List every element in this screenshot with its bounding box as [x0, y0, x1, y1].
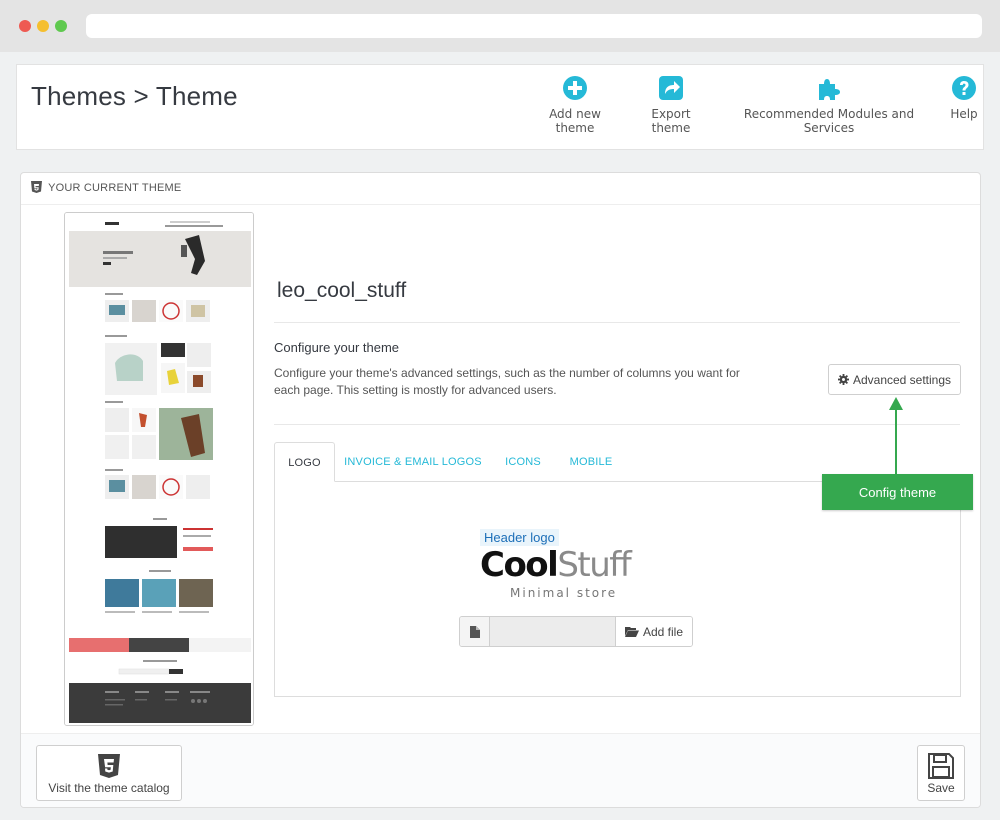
- puzzle-icon: [819, 79, 840, 100]
- logo-brand-light: Stuff: [557, 545, 631, 585]
- theme-screenshot-graphic: [65, 213, 253, 725]
- recommended-modules-label: Recommended Modules and Services: [743, 107, 915, 135]
- divider: [274, 424, 960, 425]
- theme-preview-image: [64, 212, 254, 726]
- add-file-label: Add file: [642, 624, 684, 639]
- plus-circle-icon: [563, 76, 587, 100]
- divider: [274, 322, 960, 323]
- logo-tagline: Minimal store: [510, 586, 618, 600]
- browser-chrome: [0, 0, 1000, 52]
- config-theme-callout: Config theme: [822, 474, 973, 510]
- close-window-dot[interactable]: [19, 20, 31, 32]
- add-file-button[interactable]: Add file: [616, 617, 692, 646]
- save-label: Save: [927, 781, 955, 795]
- theme-name: leo_cool_stuff: [277, 279, 407, 302]
- address-bar[interactable]: [86, 14, 982, 38]
- file-name-input[interactable]: [490, 617, 616, 646]
- html5-icon: [98, 754, 120, 778]
- html5-icon: [31, 181, 42, 193]
- maximize-window-dot[interactable]: [55, 20, 67, 32]
- logo-tab-content: Header logo CoolStuff Minimal store Add …: [274, 481, 961, 697]
- visit-theme-catalog-label: Visit the theme catalog: [48, 781, 170, 795]
- help-button[interactable]: Help: [946, 75, 982, 121]
- help-icon: [952, 76, 976, 100]
- annotation-arrow-icon: [889, 397, 903, 474]
- share-icon: [659, 76, 683, 100]
- advanced-settings-button[interactable]: Advanced settings: [828, 364, 961, 395]
- header-logo-image: CoolStuff: [480, 545, 632, 585]
- panel-footer: Visit the theme catalog Save: [21, 733, 980, 807]
- header-logo-label: Header logo: [480, 529, 559, 546]
- file-upload-group: Add file: [459, 616, 693, 647]
- tab-invoice-email-logos[interactable]: INVOICE & EMAIL LOGOS: [344, 442, 482, 482]
- page-viewport: Themes > Theme Add new theme Export them…: [0, 52, 1000, 820]
- logo-brand-bold: Cool: [480, 545, 559, 585]
- add-new-theme-button[interactable]: Add new theme: [529, 75, 621, 135]
- floppy-disk-icon: [928, 753, 954, 779]
- export-theme-button[interactable]: Export theme: [632, 75, 710, 135]
- page-title: Themes > Theme: [31, 81, 238, 111]
- file-icon: [460, 617, 490, 646]
- advanced-settings-label: Advanced settings: [852, 372, 952, 387]
- minimize-window-dot[interactable]: [37, 20, 49, 32]
- folder-open-icon: [624, 627, 639, 637]
- export-theme-label: Export theme: [651, 107, 691, 135]
- tab-mobile[interactable]: MOBILE: [563, 442, 619, 482]
- help-label: Help: [950, 107, 978, 121]
- recommended-modules-button[interactable]: Recommended Modules and Services: [722, 75, 936, 135]
- configure-theme-description: Configure your theme's advanced settings…: [274, 366, 740, 397]
- save-button[interactable]: Save: [917, 745, 965, 801]
- gear-icon: [837, 374, 849, 385]
- add-new-theme-label: Add new theme: [549, 107, 601, 135]
- panel-heading: YOUR CURRENT THEME: [21, 173, 980, 205]
- page-header: Themes > Theme Add new theme Export them…: [16, 64, 984, 150]
- panel-heading-text: YOUR CURRENT THEME: [48, 182, 182, 194]
- configure-theme-title: Configure your theme: [274, 340, 400, 355]
- visit-theme-catalog-button[interactable]: Visit the theme catalog: [36, 745, 182, 801]
- tab-logo[interactable]: LOGO: [274, 442, 335, 482]
- tab-icons[interactable]: ICONS: [498, 442, 548, 482]
